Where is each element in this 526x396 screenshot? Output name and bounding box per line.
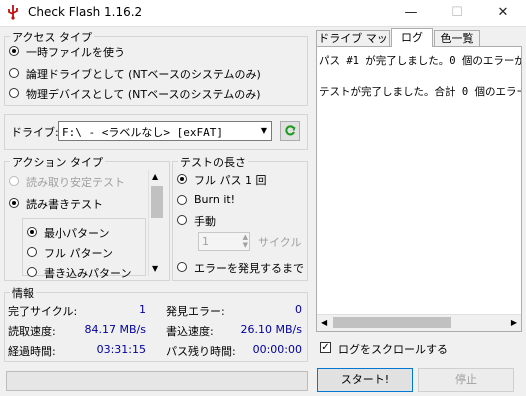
minimize-button[interactable]: — — [388, 0, 434, 26]
read-speed-value: 84.17 MB/s — [84, 323, 146, 336]
stepper-down-icon[interactable]: ▼ — [243, 241, 248, 249]
cycles-stepper[interactable]: 1 ▲ ▼ — [198, 232, 250, 251]
stepper-up-icon[interactable]: ▲ — [243, 233, 248, 241]
refresh-button[interactable] — [280, 121, 300, 141]
drive-select-value: F:\ - <ラベルなし> [exFAT] — [62, 126, 223, 139]
full-pass-label: フル パス 1 回 — [194, 174, 267, 187]
logical-drive-radio[interactable] — [9, 68, 19, 78]
tab-drive-map[interactable]: ドライブ マップ — [316, 30, 390, 60]
log-line: テストが完了しました。合計 0 個のエラー — [319, 86, 522, 98]
start-button[interactable]: スタート! — [317, 368, 413, 392]
read-write-label: 読み書きテスト — [26, 198, 103, 211]
write-speed-label: 書込速度: — [166, 325, 214, 338]
scroll-log-label: ログをスクロールする — [338, 343, 448, 356]
log-panel[interactable]: パス #1 が完了しました。0 個のエラーが検 テストが完了しました。合計 0 … — [316, 46, 522, 332]
logical-drive-label: 論理ドライブとして (NTベースのシステムのみ) — [26, 68, 261, 81]
drive-select[interactable]: F:\ - <ラベルなし> [exFAT] ▼ — [58, 121, 272, 141]
read-speed-label: 読取速度: — [8, 325, 56, 338]
physical-device-radio[interactable] — [9, 88, 19, 98]
found-errors-label: 発見エラー: — [166, 305, 225, 318]
cycles-unit-label: サイクル — [258, 236, 302, 249]
write-pattern-radio[interactable] — [27, 267, 37, 277]
completed-cycles-value: 1 — [139, 303, 146, 316]
scrollbar-thumb[interactable] — [333, 317, 451, 328]
scroll-log-checkbox[interactable]: ✓ — [320, 342, 331, 353]
full-pattern-label: フル パターン — [44, 247, 113, 260]
refresh-icon — [285, 125, 296, 136]
chevron-down-icon[interactable]: ▼ — [152, 264, 158, 273]
drive-label: ドライブ: — [11, 126, 59, 139]
elapsed-value: 03:31:15 — [96, 343, 146, 356]
chevron-up-icon[interactable]: ▲ — [152, 172, 158, 181]
write-pattern-label: 書き込みパターン — [44, 267, 132, 280]
log-line: パス #1 が完了しました。0 個のエラーが検 — [319, 55, 522, 67]
progress-bar — [6, 371, 308, 391]
scrollbar-thumb[interactable] — [151, 186, 163, 218]
action-scrollbar[interactable]: ▲ ▼ — [148, 170, 165, 276]
close-button[interactable]: ✕ — [480, 0, 526, 26]
min-pattern-label: 最小パターン — [44, 227, 110, 240]
burn-it-radio[interactable] — [177, 195, 187, 205]
write-speed-value: 26.10 MB/s — [240, 323, 302, 336]
temp-file-label: 一時ファイルを使う — [26, 46, 125, 59]
access-type-title: アクセス タイプ — [10, 29, 94, 45]
chevron-left-icon[interactable]: ◀ — [321, 318, 327, 327]
burn-it-label: Burn it! — [194, 193, 236, 206]
manual-radio[interactable] — [177, 215, 187, 225]
read-stable-label: 読み取り安定テスト — [26, 176, 125, 189]
until-error-radio[interactable] — [177, 262, 187, 272]
found-errors-value: 0 — [295, 303, 302, 316]
until-error-label: エラーを発見するまで — [194, 262, 304, 275]
read-write-radio[interactable] — [9, 198, 19, 208]
full-pattern-radio[interactable] — [27, 247, 37, 257]
test-length-title: テストの長さ — [178, 154, 248, 170]
window-title: Check Flash 1.16.2 — [28, 5, 143, 19]
log-hscrollbar[interactable]: ◀ ▶ — [317, 314, 521, 331]
chevron-right-icon[interactable]: ▶ — [511, 318, 517, 327]
action-type-title: アクション タイプ — [10, 154, 105, 170]
full-pass-radio[interactable] — [177, 174, 187, 184]
cycles-value: 1 — [202, 235, 209, 248]
manual-label: 手動 — [194, 215, 216, 228]
maximize-button[interactable]: ☐ — [434, 0, 480, 26]
chevron-down-icon[interactable]: ▼ — [259, 125, 269, 137]
temp-file-radio[interactable] — [9, 46, 19, 56]
remaining-value: 00:00:00 — [252, 343, 302, 356]
tab-legend[interactable]: 色一覧 — [434, 30, 480, 47]
physical-device-label: 物理デバイスとして (NTベースのシステムのみ) — [26, 88, 261, 101]
remaining-label: パス残り時間: — [166, 345, 236, 358]
read-stable-radio[interactable] — [9, 176, 19, 186]
stop-button[interactable]: 停止 — [418, 368, 514, 392]
completed-cycles-label: 完了サイクル: — [8, 305, 78, 318]
elapsed-label: 経過時間: — [8, 345, 56, 358]
usb-flash-icon — [8, 5, 18, 20]
tab-log[interactable]: ログ — [391, 28, 433, 47]
min-pattern-radio[interactable] — [27, 227, 37, 237]
info-title: 情報 — [10, 285, 36, 301]
title-bar: Check Flash 1.16.2 — ☐ ✕ — [0, 0, 526, 27]
